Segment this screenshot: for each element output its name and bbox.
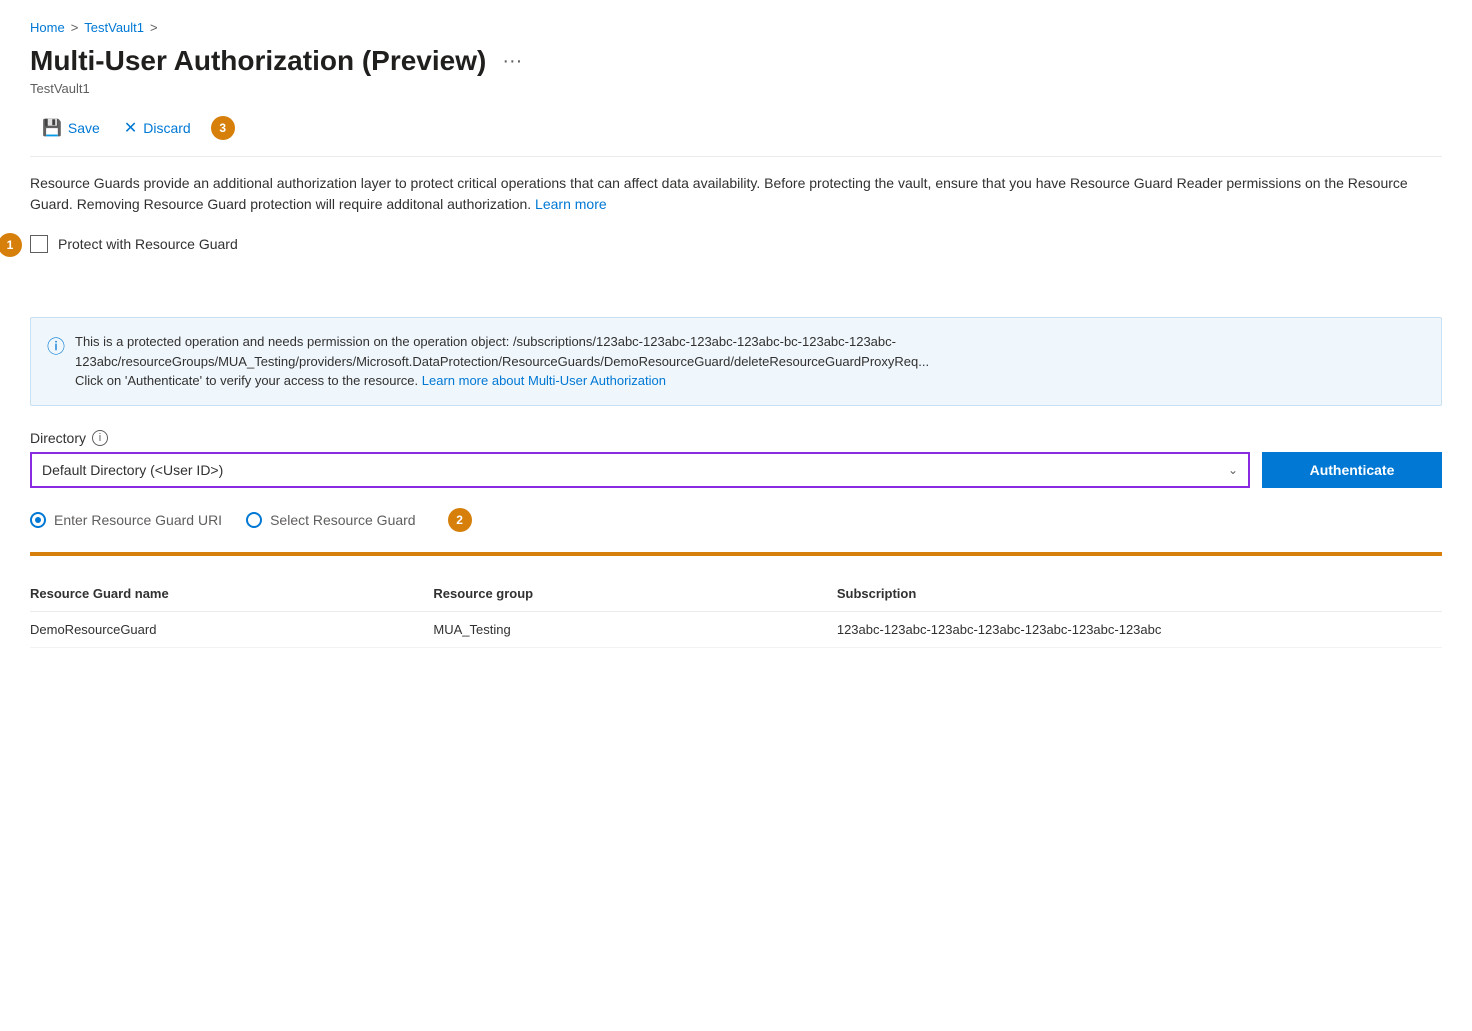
learn-more-link[interactable]: Learn more: [535, 196, 607, 212]
discard-icon: ✕: [124, 118, 137, 138]
info-learn-more-link[interactable]: Learn more about Multi-User Authorizatio…: [422, 373, 666, 388]
table-header-row: Resource Guard name Resource group Subsc…: [30, 576, 1442, 612]
breadcrumb-home[interactable]: Home: [30, 20, 65, 35]
directory-label-text: Directory: [30, 430, 86, 446]
table-cell-sub: 123abc-123abc-123abc-123abc-123abc-123ab…: [837, 622, 1442, 637]
table-header-name: Resource Guard name: [30, 586, 433, 601]
dropdown-arrow-icon: ⌄: [1228, 463, 1238, 477]
table-cell-rg: MUA_Testing: [433, 622, 836, 637]
table-header-rg: Resource group: [433, 586, 836, 601]
radio-enter-uri-label: Enter Resource Guard URI: [54, 512, 222, 528]
info-icon: ⓘ: [47, 333, 65, 391]
step2-badge: 2: [448, 508, 472, 532]
table-cell-name: DemoResourceGuard: [30, 622, 433, 637]
radio-row: Enter Resource Guard URI Select Resource…: [30, 508, 1442, 532]
info-banner: ⓘ This is a protected operation and need…: [30, 317, 1442, 406]
breadcrumb-vault[interactable]: TestVault1: [84, 20, 144, 35]
ellipsis-button[interactable]: ···: [498, 46, 526, 77]
breadcrumb-sep-2: >: [150, 20, 158, 35]
page-title-row: Multi-User Authorization (Preview) ···: [30, 45, 1442, 77]
directory-info-icon[interactable]: i: [92, 430, 108, 446]
protect-checkbox-label: Protect with Resource Guard: [58, 236, 238, 252]
step3-badge: 3: [211, 116, 235, 140]
step1-badge: 1: [0, 233, 22, 257]
radio-select-guard[interactable]: Select Resource Guard: [246, 512, 416, 528]
directory-dropdown[interactable]: Default Directory (<User ID>) ⌄: [30, 452, 1250, 488]
info-text-line1: This is a protected operation and needs …: [75, 334, 929, 369]
page-title: Multi-User Authorization (Preview): [30, 45, 486, 77]
save-icon: 💾: [42, 118, 62, 138]
authenticate-button[interactable]: Authenticate: [1262, 452, 1442, 488]
discard-label: Discard: [143, 120, 190, 136]
radio-select-guard-circle: [246, 512, 262, 528]
description-text: Resource Guards provide an additional au…: [30, 175, 1408, 212]
radio-enter-uri-circle: [30, 512, 46, 528]
discard-button[interactable]: ✕ Discard: [112, 112, 203, 144]
table-row[interactable]: DemoResourceGuard MUA_Testing 123abc-123…: [30, 612, 1442, 648]
radio-select-guard-label: Select Resource Guard: [270, 512, 416, 528]
breadcrumb: Home > TestVault1 >: [30, 20, 1442, 35]
info-text-line2: Click on 'Authenticate' to verify your a…: [75, 373, 418, 388]
info-banner-text: This is a protected operation and needs …: [75, 332, 1425, 391]
save-label: Save: [68, 120, 100, 136]
breadcrumb-sep-1: >: [71, 20, 79, 35]
directory-row: Default Directory (<User ID>) ⌄ Authenti…: [30, 452, 1442, 488]
save-button[interactable]: 💾 Save: [30, 112, 112, 144]
page-subtitle: TestVault1: [30, 81, 1442, 96]
toolbar: 💾 Save ✕ Discard 3: [30, 112, 1442, 157]
directory-dropdown-text: Default Directory (<User ID>): [42, 462, 1228, 478]
table-section: Resource Guard name Resource group Subsc…: [30, 576, 1442, 648]
radio-enter-uri[interactable]: Enter Resource Guard URI: [30, 512, 222, 528]
protect-checkbox[interactable]: [30, 235, 48, 253]
directory-label: Directory i: [30, 430, 1442, 446]
orange-divider: [30, 552, 1442, 556]
description-section: Resource Guards provide an additional au…: [30, 173, 1442, 215]
table-header-sub: Subscription: [837, 586, 1442, 601]
checkbox-row: 1 Protect with Resource Guard: [30, 235, 1442, 253]
